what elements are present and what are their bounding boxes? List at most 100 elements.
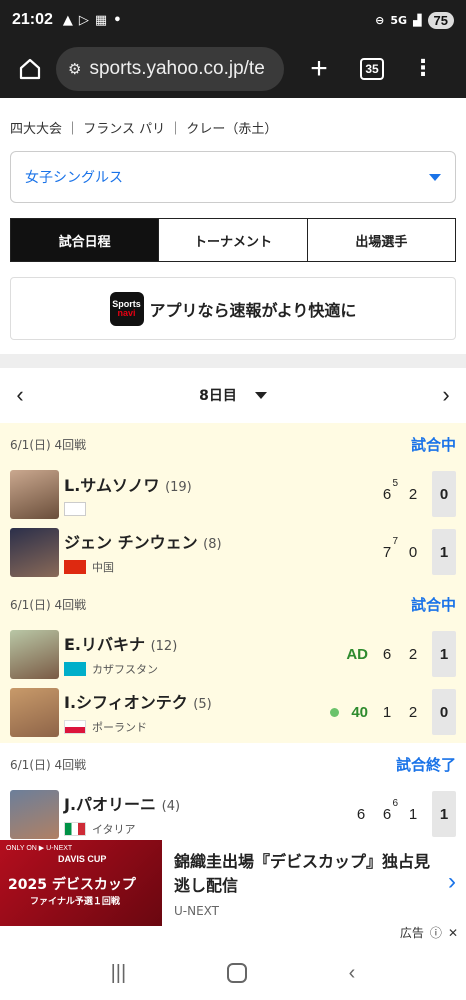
player-info: E.リバキナ (12) カザフスタン [64, 631, 177, 677]
signal-icon: ▟ [413, 13, 422, 27]
tab-switcher-button[interactable]: 35 [360, 58, 384, 80]
match-header: 6/1(日) 4回戦 試合中 [0, 583, 466, 625]
set-games: 2 [408, 703, 418, 721]
set-score: 2 [400, 646, 426, 663]
qr-icon: ▦ [94, 12, 108, 28]
match-card[interactable]: 6/1(日) 4回戦 試合中 L.サムソノワ (19) 6 5 2 0 ジェン チンウェン (… [0, 423, 466, 583]
ad-label: 広告 ⓘ ✕ [399, 924, 458, 941]
player-photo [10, 687, 59, 737]
player-info: ジェン チンウェン (8) 中国 [64, 529, 222, 575]
player-row[interactable]: L.サムソノワ (19) 6 5 2 0 [0, 465, 466, 523]
set-games: 1 [408, 805, 418, 823]
match-card[interactable]: 6/1(日) 4回戦 試合終了 J.パオリーニ (4) イタリア 6 6 6 1 1 [0, 743, 466, 840]
clock: 21:02 [12, 11, 53, 28]
player-country: ポーランド [64, 719, 212, 735]
set-score: 6 [348, 806, 374, 823]
set-games: 1 [382, 703, 392, 721]
player-row[interactable]: ジェン チンウェン (8) 中国 7 7 0 1 [0, 523, 466, 581]
player-row[interactable]: J.パオリーニ (4) イタリア 6 6 6 1 1 [0, 785, 466, 840]
score-group: AD 6 2 1 [346, 629, 456, 679]
player-photo [10, 469, 59, 519]
chevron-right-icon[interactable]: › [448, 868, 456, 896]
chevron-down-icon[interactable] [254, 391, 267, 399]
match-header: 6/1(日) 4回戦 試合中 [0, 423, 466, 465]
menu-icon[interactable]: ⋮ [412, 58, 434, 80]
set-games: 6 [356, 805, 366, 823]
player-row[interactable]: E.リバキナ (12) カザフスタン AD 6 2 1 [0, 625, 466, 683]
system-nav-bar: ||| ‹ [0, 946, 466, 1000]
play-store-icon: ▷ [78, 12, 89, 28]
player-country [64, 502, 192, 516]
player-info: J.パオリーニ (4) イタリア [64, 791, 180, 837]
next-day-button[interactable]: › [434, 382, 458, 408]
player-name-text: L.サムソノワ [64, 476, 160, 495]
warning-icon: ▲ [62, 12, 73, 28]
player-photo [10, 527, 59, 577]
set-games: 0 [408, 543, 418, 561]
ad-image[interactable]: ONLY ON ▶ U-NEXT DAVIS CUP 2025 デビスカップ フ… [0, 840, 162, 926]
url-text: sports.yahoo.co.jp/te [89, 58, 265, 79]
tournament-meta: 四大大会 ｜ フランス パリ ｜ クレー（赤土） [10, 122, 278, 137]
player-name[interactable]: I.シフィオンテク (5) [64, 689, 212, 713]
player-name[interactable]: E.リバキナ (12) [64, 631, 177, 655]
app-promo-banner[interactable]: Sports navi アプリなら速報がより快適に [10, 277, 456, 340]
sets-won: 1 [432, 791, 456, 837]
close-icon[interactable]: ✕ [448, 926, 458, 940]
app-promo-text: アプリなら速報がより快適に [149, 300, 357, 320]
set-score: 77 [374, 536, 400, 561]
set-games: 7 [382, 543, 392, 561]
tab-schedule[interactable]: 試合日程 [11, 219, 159, 261]
match-status[interactable]: 試合中 [411, 594, 456, 615]
tab-players[interactable]: 出場選手 [306, 219, 455, 261]
score-group: 40 1 2 0 [330, 687, 456, 737]
day-label[interactable]: 8日目 [199, 385, 237, 405]
view-tabs: 試合日程 トーナメント 出場選手 [10, 218, 456, 262]
match-status[interactable]: 試合中 [411, 434, 456, 455]
ad-text[interactable]: 錦織圭出場『デビスカップ』独占見逃し配信 U-NEXT › [162, 840, 466, 926]
ad-source: U-NEXT [174, 904, 220, 918]
tiebreak-score: 7 [392, 535, 398, 547]
prev-day-button[interactable]: ‹ [8, 382, 32, 408]
match-card[interactable]: 6/1(日) 4回戦 試合中 E.リバキナ (12) カザフスタン AD 6 2 1 I.シフィ… [0, 583, 466, 743]
match-status[interactable]: 試合終了 [396, 754, 456, 775]
flag-icon [64, 560, 86, 574]
country-name: イタリア [92, 823, 136, 836]
home-button[interactable] [10, 49, 50, 89]
player-row[interactable]: I.シフィオンテク (5) ポーランド 40 1 2 0 [0, 683, 466, 741]
network-label: 5G [390, 13, 408, 27]
player-seed: (8) [203, 537, 222, 552]
player-name-text: ジェン チンウェン [64, 533, 198, 552]
set-score: 2 [400, 486, 426, 503]
home-nav-button[interactable] [227, 963, 248, 983]
player-seed: (12) [150, 639, 178, 654]
back-button[interactable]: ‹ [349, 962, 356, 985]
set-score: 2 [400, 704, 426, 721]
event-select[interactable]: 女子シングルス [10, 151, 456, 203]
section-divider [0, 354, 466, 368]
dot-icon: • [113, 12, 122, 28]
set-score: 65 [374, 478, 400, 503]
set-score: 1 [374, 704, 400, 721]
address-bar[interactable]: ⚙ sports.yahoo.co.jp/te [56, 47, 284, 91]
player-name[interactable]: ジェン チンウェン (8) [64, 529, 222, 553]
event-select-value: 女子シングルス [25, 170, 123, 186]
ad-title: 錦織圭出場『デビスカップ』独占見逃し配信 [174, 852, 431, 895]
sets-won: 0 [432, 689, 456, 735]
game-point: AD [346, 645, 368, 663]
player-name[interactable]: J.パオリーニ (4) [64, 791, 180, 815]
site-settings-icon[interactable]: ⚙ [68, 60, 81, 78]
player-name[interactable]: L.サムソノワ (19) [64, 472, 192, 496]
new-tab-button[interactable]: + [302, 52, 336, 86]
recents-button[interactable]: ||| [111, 962, 127, 985]
set-score: 1 [400, 806, 426, 823]
flag-icon [64, 822, 86, 836]
match-header: 6/1(日) 4回戦 試合終了 [0, 743, 466, 785]
flag-icon [64, 720, 86, 734]
ad-info-icon[interactable]: ⓘ [430, 924, 442, 941]
set-games: 2 [408, 485, 418, 503]
sets-won: 1 [432, 631, 456, 677]
tab-tournament[interactable]: トーナメント [158, 219, 306, 261]
status-bar: 21:02 ▲ ▷ ▦ • ⊖ 5G ▟ 75 [0, 0, 466, 40]
game-point: 40 [351, 703, 368, 721]
ad-banner[interactable]: ONLY ON ▶ U-NEXT DAVIS CUP 2025 デビスカップ フ… [0, 840, 466, 926]
